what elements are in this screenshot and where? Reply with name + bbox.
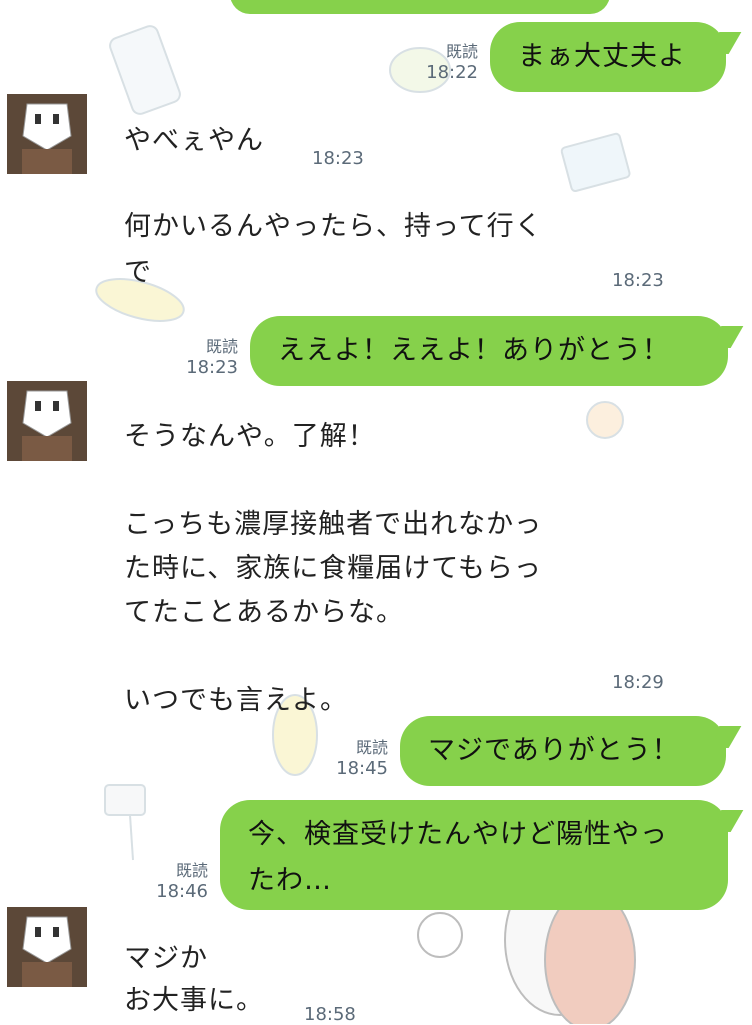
outgoing-message[interactable]: 今、検査受けたんやけど陽性やっ たわ…	[220, 800, 728, 910]
read-receipt: 既読 18:23	[186, 337, 238, 378]
message-time: 18:58	[304, 1004, 356, 1025]
incoming-message[interactable]: 何かいるんやったら、持って行く で	[124, 204, 594, 296]
message-time: 18:29	[612, 672, 664, 693]
outgoing-message[interactable]: まぁ大丈夫よ	[490, 22, 726, 92]
read-receipt: 既読 18:46	[156, 861, 208, 902]
message-time: 18:23	[612, 270, 664, 291]
previous-message-bubble	[230, 0, 610, 14]
avatar[interactable]	[7, 94, 87, 174]
read-receipt: 既読 18:22	[426, 42, 478, 83]
avatar-photo-icon	[7, 907, 87, 987]
incoming-message[interactable]: マジか お大事に。	[124, 938, 594, 1022]
outgoing-message[interactable]: ええよ！ええよ！ありがとう！	[250, 316, 728, 386]
outgoing-message[interactable]: マジでありがとう！	[400, 716, 726, 786]
avatar-photo-icon	[7, 94, 87, 174]
avatar[interactable]	[7, 907, 87, 987]
avatar[interactable]	[7, 381, 87, 461]
avatar-photo-icon	[7, 381, 87, 461]
read-receipt: 既読 18:45	[336, 738, 388, 779]
message-time: 18:23	[312, 148, 364, 169]
incoming-message[interactable]: そうなんや。了解！ こっちも濃厚接触者で出れなかっ た時に、家族に食糧届けてもら…	[124, 415, 594, 723]
